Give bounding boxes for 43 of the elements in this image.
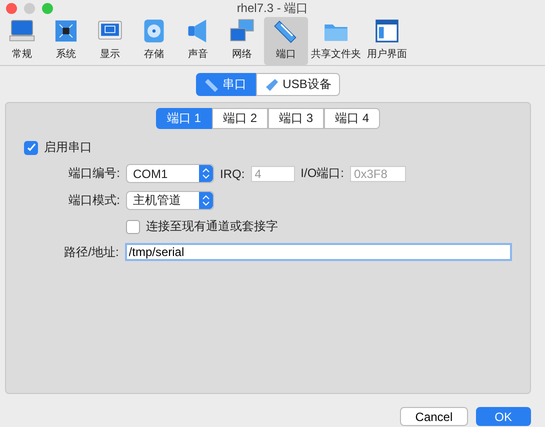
stepper-icon (199, 165, 213, 182)
port-tab[interactable]: 端口 2 (212, 108, 268, 129)
field-label: 端口模式: (68, 192, 120, 209)
close-button[interactable] (6, 3, 17, 14)
toolbar-item[interactable]: 网络 (220, 17, 264, 65)
toolbar-item[interactable]: 系统 (44, 17, 88, 65)
usb-stick-icon (264, 78, 279, 92)
toolbar-item[interactable]: 声音 (176, 17, 220, 65)
minimize-button[interactable] (24, 3, 35, 14)
field-label: I/O端口: (300, 165, 344, 182)
check-icon (26, 143, 36, 152)
window-icon (374, 18, 400, 44)
path-field[interactable]: /tmp/serial (124, 243, 512, 261)
port-tab[interactable]: 端口 1 (156, 108, 212, 129)
toolbar-item[interactable]: 存储 (132, 17, 176, 65)
connector-icon (273, 18, 299, 44)
field-label: IRQ: (220, 166, 245, 180)
stepper-icon (199, 192, 213, 209)
monitor-icon (9, 18, 35, 44)
toolbar-item[interactable]: 常规 (0, 17, 44, 65)
toolbar-item[interactable]: 共享文件夹 (308, 17, 364, 65)
zoom-button[interactable] (42, 3, 53, 14)
port-number-dropdown[interactable]: COM1 (126, 164, 214, 183)
connector-icon (204, 78, 219, 92)
chip-icon (53, 18, 79, 44)
toolbar-item[interactable]: 用户界面 (364, 17, 410, 65)
segment-tab[interactable]: USB设备 (256, 73, 340, 96)
port-tab[interactable]: 端口 4 (324, 108, 380, 129)
field-label: 端口编号: (68, 165, 120, 182)
cancel-button[interactable]: Cancel (400, 407, 468, 426)
ok-button[interactable]: OK (476, 407, 531, 426)
checkbox-label: 启用串口 (44, 139, 92, 156)
port-mode-dropdown[interactable]: 主机管道 (126, 191, 214, 210)
screens-icon (229, 18, 255, 44)
window-title: rhel7.3 - 端口 (236, 0, 308, 17)
toolbar-item[interactable]: 端口 (264, 17, 308, 65)
field-label: 路径/地址: (63, 244, 119, 260)
segment-tab[interactable]: 串口 (196, 73, 256, 96)
toolbar-item[interactable]: 显示 (88, 17, 132, 65)
checkbox-label: 连接至现有通道或套接字 (146, 218, 278, 235)
port-tab[interactable]: 端口 3 (268, 108, 324, 129)
checkbox[interactable] (126, 220, 140, 234)
checkbox[interactable] (24, 140, 38, 154)
